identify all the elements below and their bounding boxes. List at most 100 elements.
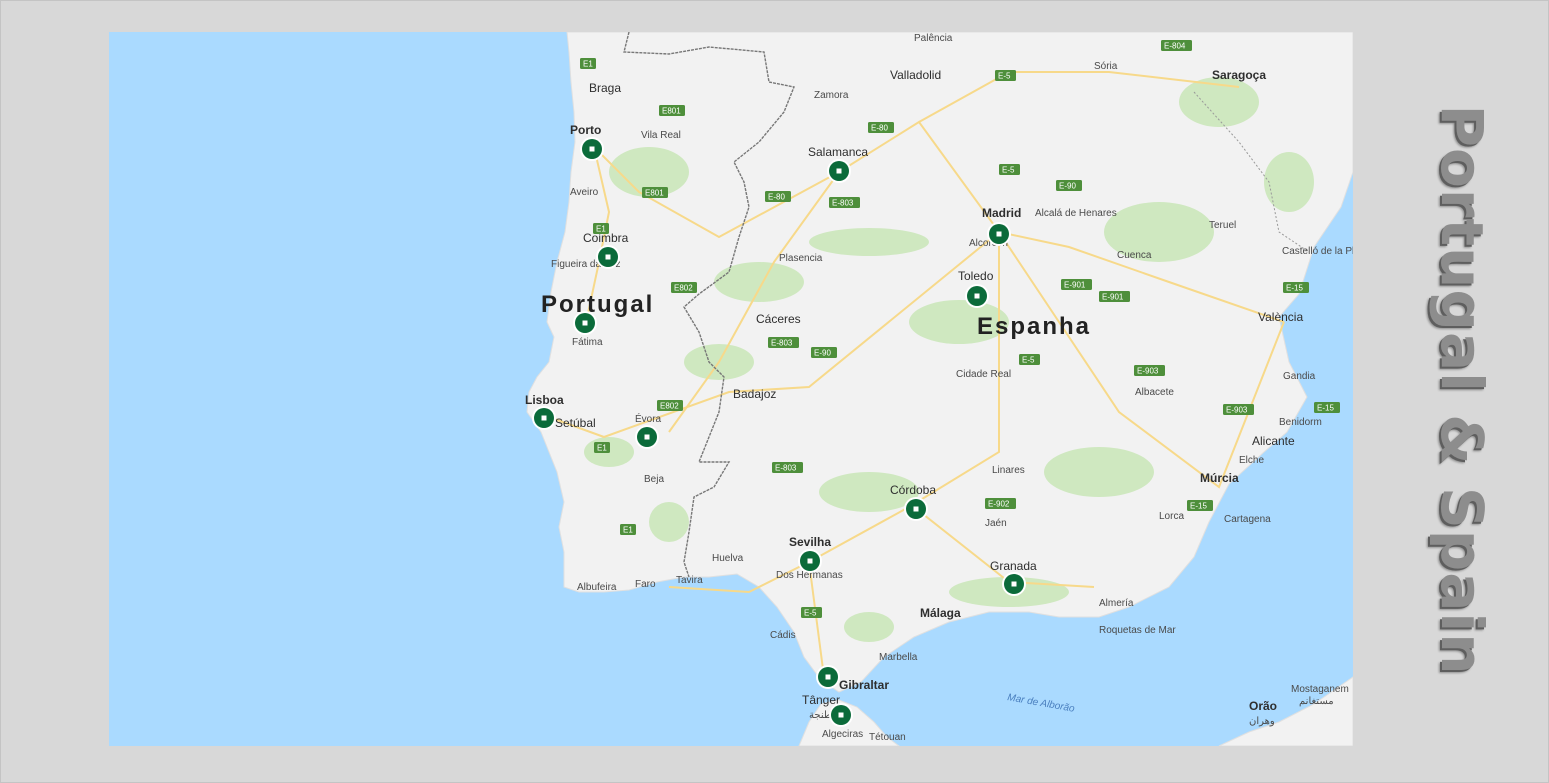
map-marker-toledo[interactable] [965,284,989,308]
svg-text:E-90: E-90 [1059,182,1076,191]
city-label: Sória [1094,61,1118,72]
map-marker-t-nger[interactable] [829,703,853,727]
city-label: Faro [635,579,656,590]
city-label: Gandia [1283,371,1316,382]
city-label: Cáceres [756,312,801,326]
marker-icon [838,712,844,718]
city-label: Alcalá de Henares [1035,208,1117,219]
city-label: Cartagena [1224,514,1271,525]
city-label: Cidade Real [956,369,1011,380]
marker-icon [582,320,588,326]
svg-text:E-15: E-15 [1286,284,1303,293]
city-label: Orão [1249,699,1277,713]
svg-text:E-901: E-901 [1064,281,1086,290]
city-label: Porto [570,123,601,137]
city-label: Cuenca [1117,250,1152,261]
svg-text:E1: E1 [596,225,606,234]
city-label: Madrid [982,206,1021,220]
city-label: Málaga [920,606,961,620]
city-label: Córdoba [890,483,936,497]
svg-text:E1: E1 [597,444,607,453]
road-badge: E802 [671,282,697,293]
country-label-portugal: Portugal [541,291,654,318]
map-marker-c-rdoba[interactable] [904,497,928,521]
svg-text:E802: E802 [660,402,679,411]
marker-icon [996,231,1002,237]
map-marker-f-tima[interactable] [573,311,597,335]
city-label: Cádis [770,630,796,641]
svg-text:E1: E1 [623,526,633,535]
marker-icon [589,146,595,152]
road-badge: E1 [593,223,609,234]
city-label: Múrcia [1200,471,1239,485]
city-label: Gibraltar [839,678,889,692]
map-marker-lisboa[interactable] [532,406,556,430]
map-view[interactable]: Portugal Espanha Mar de Alborão Palência… [109,32,1353,746]
city-label: Mostaganem [1291,684,1349,695]
map-marker--vora[interactable] [635,425,659,449]
map-marker-gibraltar[interactable] [816,665,840,689]
page-title: Portugal & Spain [1428,104,1496,676]
marker-icon [605,254,611,260]
city-label: Plasencia [779,253,823,264]
city-label: Salamanca [808,145,868,159]
city-label: طنجة [809,710,832,721]
svg-text:E-903: E-903 [1226,406,1248,415]
city-label: Alicante [1252,434,1295,448]
city-label: Sevilha [789,535,831,549]
marker-icon [913,506,919,512]
marker-icon [825,674,831,680]
map-marker-porto[interactable] [580,137,604,161]
city-label: Fátima [572,337,603,348]
city-label: Algeciras [822,729,863,740]
city-label: Zamora [814,90,849,101]
road-badge: E-803 [768,337,799,348]
city-label: Almería [1099,598,1134,609]
map-marker-granada[interactable] [1002,572,1026,596]
road-badge: E801 [659,105,685,116]
svg-text:E-903: E-903 [1137,367,1159,376]
city-label: Tavira [676,575,703,586]
road-badge: E801 [642,187,668,198]
city-label: Tétouan [869,732,906,743]
road-badge: E-803 [772,462,803,473]
road-badge: E1 [594,442,610,453]
marker-icon [807,558,813,564]
road-badge: E-80 [765,191,791,202]
svg-text:E801: E801 [662,107,681,116]
country-label-spain: Espanha [977,313,1091,340]
svg-text:E-5: E-5 [1022,356,1035,365]
svg-text:E-902: E-902 [988,500,1010,509]
city-label: Lisboa [525,393,564,407]
city-label: Elche [1239,455,1264,466]
map-marker-sevilha[interactable] [798,549,822,573]
svg-text:E-15: E-15 [1317,404,1334,413]
svg-text:E-15: E-15 [1190,502,1207,511]
road-badge: E-5 [995,70,1016,81]
city-label: Huelva [712,553,744,564]
city-label: Évora [635,412,662,425]
svg-text:E802: E802 [674,284,693,293]
map-marker-salamanca[interactable] [827,159,851,183]
city-label: Albacete [1135,387,1174,398]
city-label: Marbella [879,652,918,663]
map-marker-coimbra[interactable] [596,245,620,269]
city-label: Tânger [802,693,840,707]
city-label: Granada [990,559,1037,573]
city-label: Lorca [1159,511,1184,522]
svg-text:E-5: E-5 [804,609,817,618]
road-badge: E1 [580,58,596,69]
city-label: Saragoça [1212,68,1266,82]
city-label: Jaén [985,518,1007,529]
road-badge: E-5 [1019,354,1040,365]
city-label: مستغانم [1299,696,1334,707]
road-badge: E-5 [999,164,1020,175]
road-badge: E1 [620,524,636,535]
svg-text:E-803: E-803 [775,464,797,473]
map-marker-madrid[interactable] [987,222,1011,246]
svg-text:E801: E801 [645,189,664,198]
marker-icon [1011,581,1017,587]
road-badge: E-903 [1134,365,1165,376]
marker-icon [836,168,842,174]
marker-icon [974,293,980,299]
